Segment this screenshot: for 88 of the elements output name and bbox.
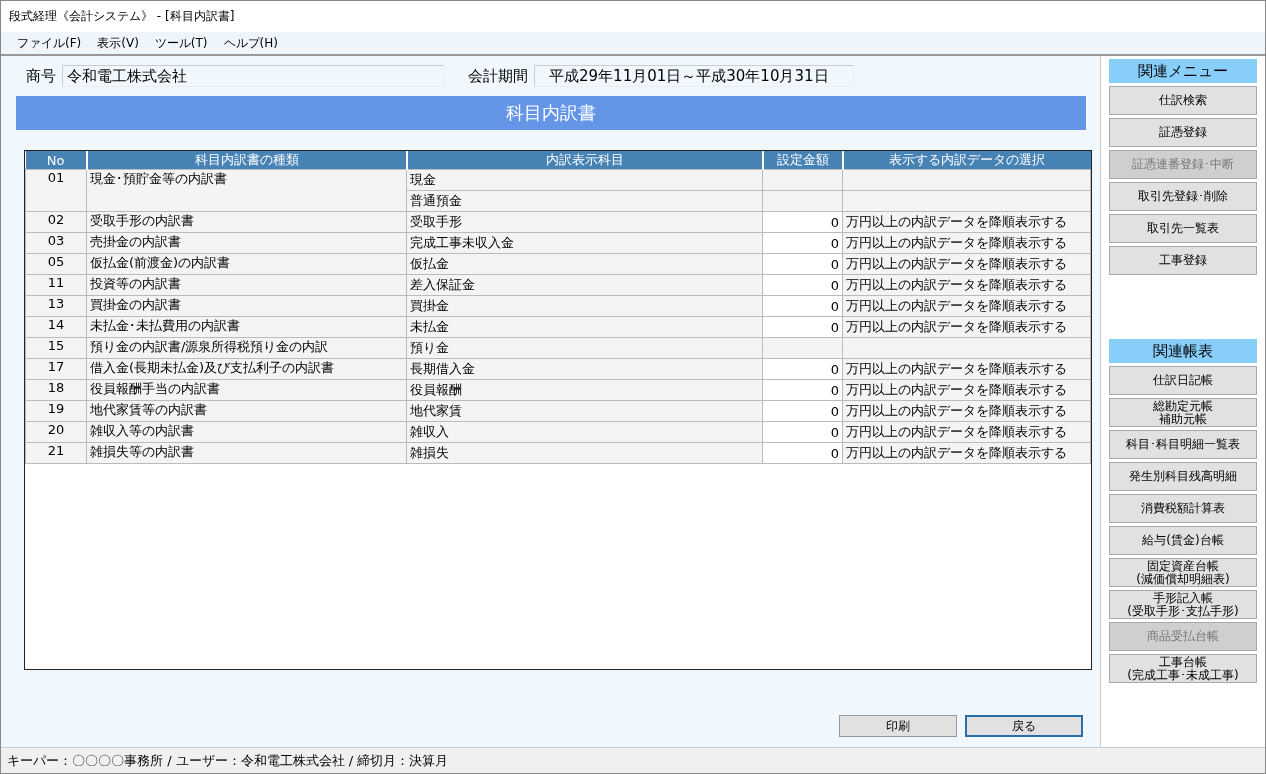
menu-button[interactable]: 手形記入帳 (受取手形･支払手形) bbox=[1109, 590, 1257, 619]
table-cell[interactable] bbox=[842, 169, 1091, 191]
table-cell[interactable]: 差入保証金 bbox=[406, 274, 763, 296]
table-cell[interactable]: 長期借入金 bbox=[406, 358, 763, 380]
table-cell[interactable]: 雑損失 bbox=[406, 442, 763, 464]
section-heading: 関連帳表 bbox=[1109, 339, 1257, 363]
table-cell: 18 bbox=[25, 379, 87, 401]
page-title: 科目内訳書 bbox=[16, 96, 1086, 130]
column-header: 内訳表示科目 bbox=[406, 151, 763, 170]
table-cell: 現金･預貯金等の内訳書 bbox=[86, 169, 407, 212]
table-cell: 01 bbox=[25, 169, 87, 212]
menu-item[interactable]: ヘルプ(H) bbox=[215, 32, 286, 54]
column-header: 設定金額 bbox=[762, 151, 843, 170]
menu-button[interactable]: 総勘定元帳 補助元帳 bbox=[1109, 398, 1257, 427]
menu-button[interactable]: 給与(賃金)台帳 bbox=[1109, 526, 1257, 555]
amount-cell[interactable] bbox=[762, 169, 843, 191]
menu-button[interactable]: 仕訳日記帳 bbox=[1109, 366, 1257, 395]
table-cell: 13 bbox=[25, 295, 87, 317]
column-header: 表示する内訳データの選択 bbox=[842, 151, 1091, 170]
menu-button[interactable]: 発生別科目残高明細 bbox=[1109, 462, 1257, 491]
menu-button[interactable]: 仕訳検索 bbox=[1109, 86, 1257, 115]
table-cell[interactable]: 万円以上の内訳データを降順表示する bbox=[842, 316, 1091, 338]
table-cell: 地代家賃等の内訳書 bbox=[86, 400, 407, 422]
table-cell[interactable]: 万円以上の内訳データを降順表示する bbox=[842, 442, 1091, 464]
table-cell: 売掛金の内訳書 bbox=[86, 232, 407, 254]
table-cell: 未払金･未払費用の内訳書 bbox=[86, 316, 407, 338]
table-cell: 受取手形の内訳書 bbox=[86, 211, 407, 233]
status-bar: キーパー：〇〇〇〇事務所 / ユーザー：令和電工株式会社 / 締切月：決算月 bbox=[1, 747, 1265, 773]
table-cell: 借入金(長期未払金)及び支払利子の内訳書 bbox=[86, 358, 407, 380]
table-cell[interactable]: 万円以上の内訳データを降順表示する bbox=[842, 358, 1091, 380]
table-cell: 投資等の内訳書 bbox=[86, 274, 407, 296]
table-cell[interactable]: 普通預金 bbox=[406, 190, 763, 212]
table-cell: 19 bbox=[25, 400, 87, 422]
table-cell[interactable]: 万円以上の内訳データを降順表示する bbox=[842, 295, 1091, 317]
menu-button[interactable]: 取引先一覧表 bbox=[1109, 214, 1257, 243]
table-cell[interactable]: 万円以上の内訳データを降順表示する bbox=[842, 274, 1091, 296]
back-button[interactable]: 戻る bbox=[965, 715, 1083, 737]
table-cell[interactable]: 万円以上の内訳データを降順表示する bbox=[842, 400, 1091, 422]
table-cell[interactable]: 預り金 bbox=[406, 337, 763, 359]
table-cell: 11 bbox=[25, 274, 87, 296]
period-label: 会計期間 bbox=[468, 66, 528, 86]
period-field[interactable]: 平成29年11月01日～平成30年10月31日 bbox=[534, 65, 854, 87]
table-cell[interactable]: 現金 bbox=[406, 169, 763, 191]
table-cell: 21 bbox=[25, 442, 87, 464]
menu-item[interactable]: 表示(V) bbox=[89, 32, 147, 54]
table-cell: 仮払金(前渡金)の内訳書 bbox=[86, 253, 407, 275]
table-cell[interactable] bbox=[842, 190, 1091, 212]
company-label: 商号 bbox=[26, 66, 56, 86]
table-cell[interactable]: 万円以上の内訳データを降順表示する bbox=[842, 232, 1091, 254]
table-cell[interactable] bbox=[842, 337, 1091, 359]
table-cell: 雑損失等の内訳書 bbox=[86, 442, 407, 464]
menu-button[interactable]: 固定資産台帳 (減価償却明細表) bbox=[1109, 558, 1257, 587]
table-cell[interactable]: 万円以上の内訳データを降順表示する bbox=[842, 421, 1091, 443]
table-cell[interactable]: 万円以上の内訳データを降順表示する bbox=[842, 211, 1091, 233]
menu-button[interactable]: 取引先登録･削除 bbox=[1109, 182, 1257, 211]
table-cell: 14 bbox=[25, 316, 87, 338]
menu-item[interactable]: ツール(T) bbox=[146, 32, 216, 54]
menu-button[interactable]: 工事登録 bbox=[1109, 246, 1257, 275]
menu-button[interactable]: 工事台帳 (完成工事･未成工事) bbox=[1109, 654, 1257, 683]
table-cell: 02 bbox=[25, 211, 87, 233]
table-cell[interactable]: 受取手形 bbox=[406, 211, 763, 233]
table-cell: 05 bbox=[25, 253, 87, 275]
table-cell: 17 bbox=[25, 358, 87, 380]
section-heading: 関連メニュー bbox=[1109, 59, 1257, 83]
table-cell: 預り金の内訳書/源泉所得税預り金の内訳 bbox=[86, 337, 407, 359]
print-button[interactable]: 印刷 bbox=[839, 715, 957, 737]
table-cell[interactable]: 地代家賃 bbox=[406, 400, 763, 422]
menu-button[interactable]: 科目･科目明細一覧表 bbox=[1109, 430, 1257, 459]
table-cell: 20 bbox=[25, 421, 87, 443]
table-cell: 雑収入等の内訳書 bbox=[86, 421, 407, 443]
table-cell[interactable]: 万円以上の内訳データを降順表示する bbox=[842, 253, 1091, 275]
table-cell[interactable]: 未払金 bbox=[406, 316, 763, 338]
table-cell[interactable]: 雑収入 bbox=[406, 421, 763, 443]
table-cell[interactable]: 役員報酬 bbox=[406, 379, 763, 401]
menu-button[interactable]: 証憑登録 bbox=[1109, 118, 1257, 147]
table-cell[interactable]: 買掛金 bbox=[406, 295, 763, 317]
table-cell[interactable]: 仮払金 bbox=[406, 253, 763, 275]
column-header: 科目内訳書の種類 bbox=[86, 151, 407, 170]
table-cell[interactable]: 万円以上の内訳データを降順表示する bbox=[842, 379, 1091, 401]
table-cell: 15 bbox=[25, 337, 87, 359]
table-cell: 03 bbox=[25, 232, 87, 254]
table-cell: 買掛金の内訳書 bbox=[86, 295, 407, 317]
company-field[interactable]: 令和電工株式会社 bbox=[62, 65, 444, 87]
table-cell: 役員報酬手当の内訳書 bbox=[86, 379, 407, 401]
menu-button[interactable]: 消費税額計算表 bbox=[1109, 494, 1257, 523]
table-cell[interactable]: 完成工事未収入金 bbox=[406, 232, 763, 254]
column-header: No bbox=[25, 151, 87, 170]
menu-item[interactable]: ファイル(F) bbox=[9, 32, 90, 54]
